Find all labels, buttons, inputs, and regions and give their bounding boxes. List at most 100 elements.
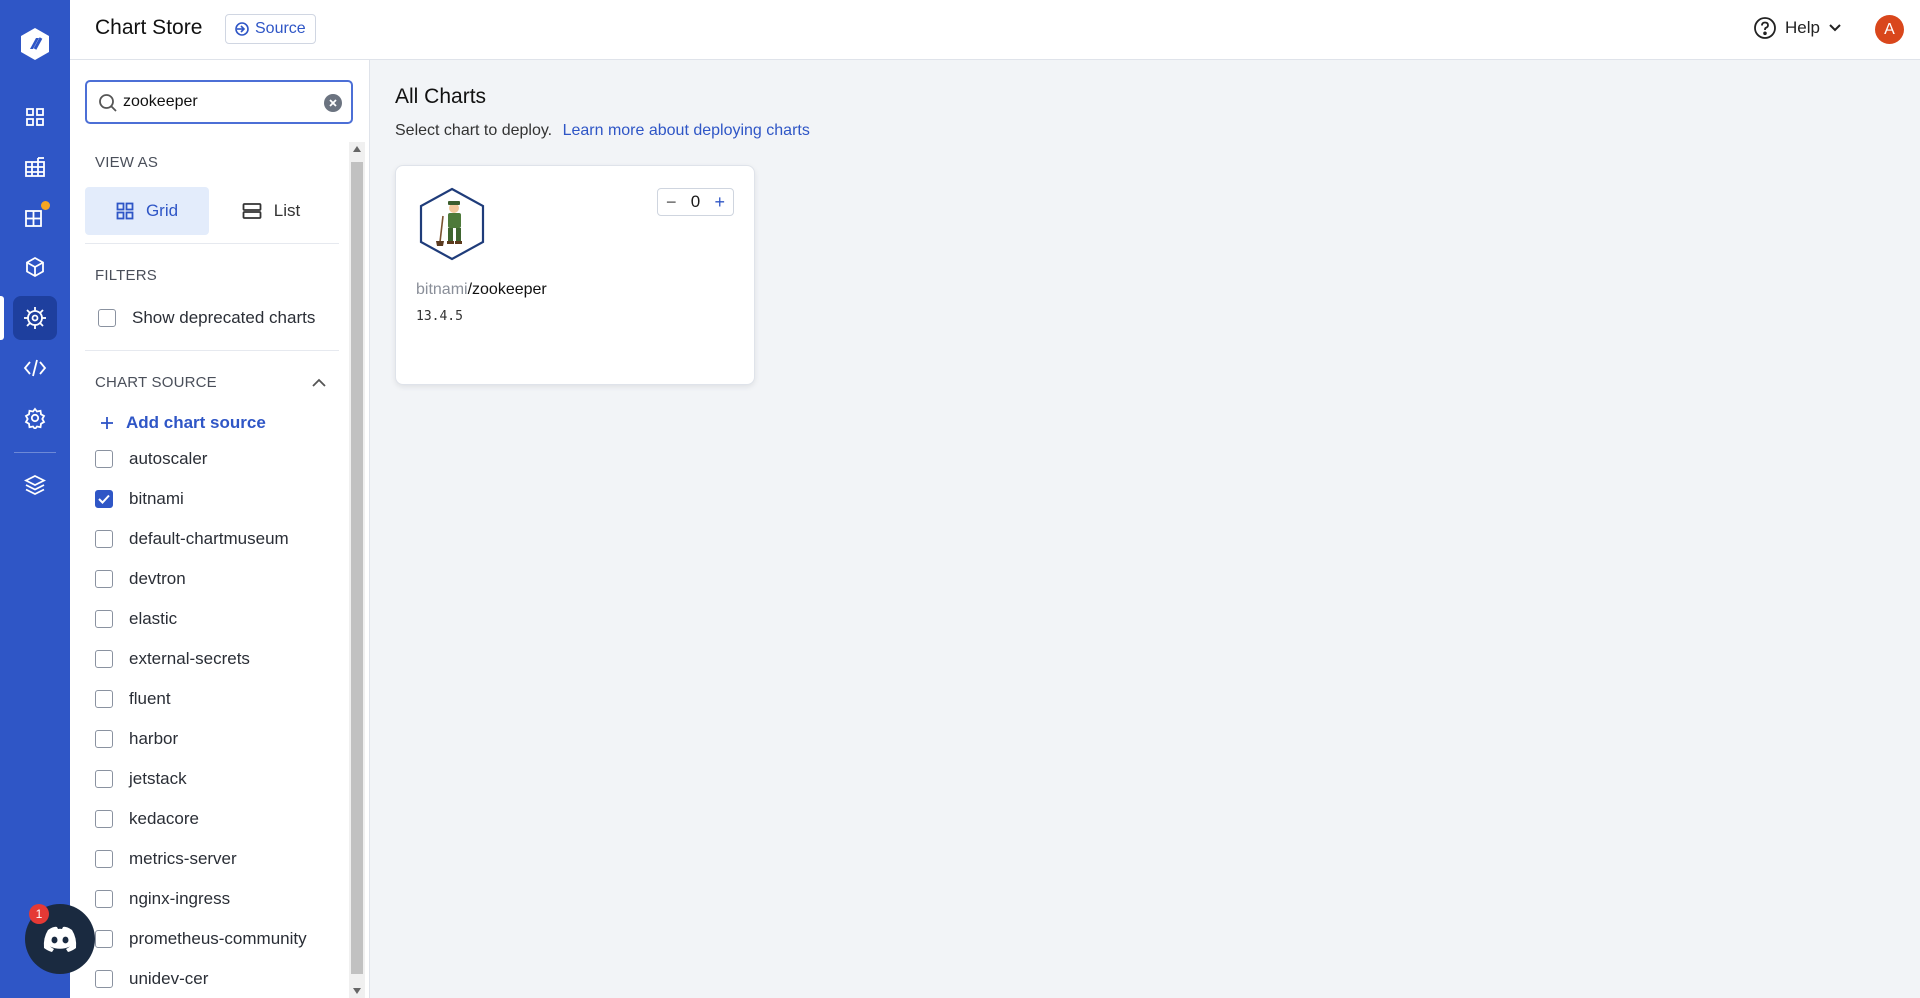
nav-active-indicator xyxy=(0,296,4,340)
chart-source-label: default-chartmuseum xyxy=(129,529,289,548)
deploy-count-stepper[interactable]: − 0 + xyxy=(657,188,734,216)
filters-label: FILTERS xyxy=(95,267,157,284)
help-menu[interactable]: Help xyxy=(1753,16,1842,40)
nav-jobs-icon[interactable] xyxy=(13,245,57,289)
view-list-button[interactable]: List xyxy=(209,187,333,235)
chart-source-item[interactable]: default-chartmuseum xyxy=(95,529,289,549)
chart-source-label: CHART SOURCE xyxy=(95,374,217,391)
nav-settings-icon[interactable] xyxy=(13,396,57,440)
chart-source-label: unidev-cer xyxy=(129,969,209,988)
view-grid-button[interactable]: Grid xyxy=(85,187,209,235)
filter-panel: VIEW AS Grid List FILTERS Show deprecate… xyxy=(70,60,370,998)
chart-source-item[interactable]: elastic xyxy=(95,609,177,629)
discord-badge: 1 xyxy=(29,904,49,924)
chart-source-item[interactable]: jetstack xyxy=(95,769,187,789)
chart-source-checkbox[interactable] xyxy=(95,610,113,628)
devtron-logo-icon[interactable] xyxy=(17,26,53,62)
scroll-down-arrow[interactable] xyxy=(353,988,361,994)
chart-source-label: harbor xyxy=(129,729,179,748)
nav-code-icon[interactable] xyxy=(13,346,57,390)
chart-card[interactable]: − 0 + bitnami/zookeeper 13.4.5 xyxy=(395,165,755,385)
chart-source-item[interactable]: nginx-ingress xyxy=(95,889,230,909)
chart-source-checkbox[interactable] xyxy=(95,530,113,548)
chart-source-checkbox[interactable] xyxy=(95,690,113,708)
chart-source-item[interactable]: unidev-cer xyxy=(95,969,208,989)
chart-source-checkbox[interactable] xyxy=(95,770,113,788)
add-chart-source-label: Add chart source xyxy=(126,413,266,432)
search-icon xyxy=(99,94,117,112)
chart-source-checkbox[interactable] xyxy=(95,490,113,508)
divider xyxy=(85,243,339,244)
chart-source-item[interactable]: external-secrets xyxy=(95,649,250,669)
nav-chart-store-icon[interactable] xyxy=(13,296,57,340)
chart-logo xyxy=(416,186,488,267)
chart-source-checkbox[interactable] xyxy=(95,890,113,908)
section-title: All Charts xyxy=(395,85,487,108)
chart-source-checkbox[interactable] xyxy=(95,570,113,588)
chart-source-label: kedacore xyxy=(129,809,199,828)
chart-source-checkbox[interactable] xyxy=(95,850,113,868)
chart-name: bitnami/zookeeper xyxy=(416,281,547,299)
clear-search-icon[interactable] xyxy=(324,94,342,112)
search-input[interactable] xyxy=(123,91,313,113)
view-as-label: VIEW AS xyxy=(95,154,159,171)
chart-version: 13.4.5 xyxy=(416,309,463,324)
notification-dot xyxy=(41,201,50,210)
chart-source-item[interactable]: fluent xyxy=(95,689,171,709)
scroll-up-arrow[interactable] xyxy=(353,146,361,152)
scroll-thumb[interactable] xyxy=(351,162,363,974)
source-icon xyxy=(235,22,249,36)
page-title: Chart Store xyxy=(95,16,203,39)
chart-source-item[interactable]: metrics-server xyxy=(95,849,237,869)
chart-source-item[interactable]: prometheus-community xyxy=(95,929,307,949)
nav-applications-icon[interactable] xyxy=(13,145,57,189)
chart-source-item[interactable]: autoscaler xyxy=(95,449,207,469)
chart-source-checkbox[interactable] xyxy=(95,970,113,988)
chart-source-item[interactable]: bitnami xyxy=(95,489,184,509)
chevron-up-icon[interactable] xyxy=(310,376,328,394)
help-icon xyxy=(1754,17,1776,39)
nav-app-groups-icon[interactable] xyxy=(13,195,57,239)
main-content: All Charts Select chart to deploy. Learn… xyxy=(370,60,1920,998)
chart-source-label: prometheus-community xyxy=(129,929,307,948)
discord-button[interactable]: 1 xyxy=(25,904,95,974)
chart-source-checkbox[interactable] xyxy=(95,730,113,748)
view-grid-label: Grid xyxy=(145,201,179,220)
source-button[interactable]: Source xyxy=(225,14,316,44)
user-avatar[interactable]: A xyxy=(1875,15,1904,44)
view-as-toggle: Grid List xyxy=(85,187,339,235)
chart-source-label: nginx-ingress xyxy=(129,889,231,908)
chart-source-label: autoscaler xyxy=(129,449,208,468)
subtitle-text: Select chart to deploy. xyxy=(395,122,553,139)
panel-scrollbar[interactable] xyxy=(349,142,365,998)
chart-source-label: devtron xyxy=(129,569,186,588)
divider xyxy=(85,350,339,351)
deprecated-checkbox[interactable] xyxy=(98,309,116,327)
add-chart-source-button[interactable]: Add chart source xyxy=(100,413,266,433)
chart-title: /zookeeper xyxy=(467,281,547,298)
nav-overview-icon[interactable] xyxy=(13,95,57,139)
chart-source-checkbox[interactable] xyxy=(95,810,113,828)
help-label: Help xyxy=(1785,18,1820,37)
chart-source-item[interactable]: devtron xyxy=(95,569,186,589)
chart-source-checkbox[interactable] xyxy=(95,650,113,668)
chart-source-item[interactable]: kedacore xyxy=(95,809,199,829)
chart-source-checkbox[interactable] xyxy=(95,930,113,948)
chart-source-item[interactable]: harbor xyxy=(95,729,178,749)
decrement-button[interactable]: − xyxy=(666,192,677,213)
deprecated-filter[interactable]: Show deprecated charts xyxy=(98,308,315,328)
search-box[interactable] xyxy=(85,80,353,124)
chart-repo: bitnami xyxy=(416,281,468,298)
plus-icon xyxy=(101,417,113,429)
deprecated-label: Show deprecated charts xyxy=(132,308,316,327)
increment-button[interactable]: + xyxy=(714,192,725,213)
nav-rail xyxy=(0,0,70,998)
grid-icon xyxy=(116,202,134,220)
chart-source-label: elastic xyxy=(129,609,178,628)
discord-icon xyxy=(43,926,77,952)
nav-stack-manager-icon[interactable] xyxy=(13,463,57,507)
learn-more-link[interactable]: Learn more about deploying charts xyxy=(563,122,810,139)
chevron-down-icon xyxy=(1829,24,1841,32)
chart-source-checkbox[interactable] xyxy=(95,450,113,468)
section-subtitle: Select chart to deploy. Learn more about… xyxy=(395,122,810,140)
